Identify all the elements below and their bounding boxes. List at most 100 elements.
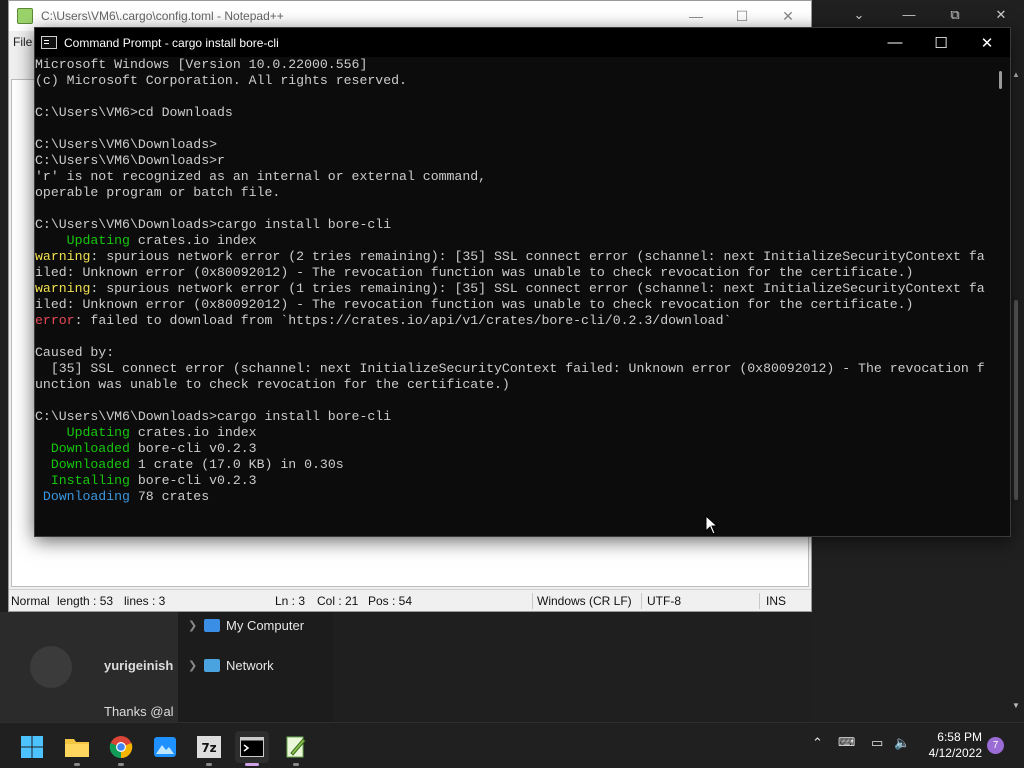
- console-line: error: failed to download from `https://…: [35, 313, 992, 329]
- console-line: C:\Users\VM6\Downloads>cargo install bor…: [35, 217, 992, 233]
- background-scrollbar[interactable]: ▲ ▼: [1012, 70, 1020, 710]
- taskbar-photos[interactable]: [148, 731, 182, 763]
- console-text: operable program or batch file.: [35, 185, 281, 200]
- console-text: Microsoft Windows [Version 10.0.22000.55…: [35, 57, 368, 72]
- console-text: (c) Microsoft Corporation. All rights re…: [35, 73, 407, 88]
- background-chat-pane: yurigeinish Thanks @al: [0, 612, 178, 722]
- cmd-title-bar[interactable]: Command Prompt - cargo install bore-cli …: [35, 28, 1010, 57]
- console-text: Downloaded: [35, 441, 130, 456]
- console-text: iled: Unknown error (0x80092012) - The r…: [35, 297, 914, 312]
- scroll-up-icon[interactable]: ▲: [1012, 70, 1020, 79]
- console-text: Downloading: [35, 489, 130, 504]
- console-text: Downloaded: [35, 457, 130, 472]
- console-text: bore-cli v0.2.3: [129, 441, 257, 456]
- window-title: C:\Users\VM6\.cargo\config.toml - Notepa…: [41, 9, 284, 23]
- window-title: Command Prompt - cargo install bore-cli: [64, 35, 279, 50]
- taskbar-chrome[interactable]: [104, 731, 138, 766]
- notepad-plus-plus-icon: [286, 736, 306, 758]
- console-line: Updating crates.io index: [35, 233, 992, 249]
- console-text: warning: [35, 249, 91, 264]
- console-text: Installing: [35, 473, 130, 488]
- computer-icon: [204, 618, 220, 632]
- taskbar: 7z ⌃ ⌨ ▭ 🔈 6:58 PM 4/12/2022 7: [0, 722, 1024, 768]
- maximize-button[interactable]: ☐: [918, 28, 964, 57]
- console-line: (c) Microsoft Corporation. All rights re…: [35, 73, 992, 89]
- console-text: C:\Users\VM6>cd Downloads: [35, 105, 233, 120]
- console-line: Installing bore-cli v0.2.3: [35, 473, 992, 489]
- console-text: crates.io index: [129, 233, 257, 248]
- console-line: Caused by:: [35, 345, 992, 361]
- console-line: Microsoft Windows [Version 10.0.22000.55…: [35, 57, 992, 73]
- console-text: bore-cli v0.2.3: [129, 473, 257, 488]
- tree-item-my-computer[interactable]: ❯ My Computer: [188, 614, 304, 636]
- console-line: operable program or batch file.: [35, 185, 992, 201]
- close-button[interactable]: ✕: [765, 8, 811, 25]
- console-line: iled: Unknown error (0x80092012) - The r…: [35, 265, 992, 281]
- chevron-up-icon[interactable]: ⌃: [812, 735, 823, 751]
- clock[interactable]: 6:58 PM 4/12/2022: [929, 729, 982, 761]
- chat-message: Thanks @al: [104, 704, 174, 719]
- chevron-right-icon[interactable]: ❯: [188, 659, 198, 672]
- close-button[interactable]: ✕: [964, 28, 1010, 57]
- notification-badge[interactable]: 7: [987, 737, 1004, 754]
- tree-item-label: Network: [226, 657, 274, 673]
- console-text: : failed to download from `https://crate…: [74, 313, 732, 328]
- chevron-right-icon[interactable]: ❯: [188, 619, 198, 632]
- status-eol: Windows (CR LF): [537, 594, 632, 608]
- taskbar-notepad-plus-plus[interactable]: [279, 731, 313, 766]
- console-line: Downloaded bore-cli v0.2.3: [35, 441, 992, 457]
- console-text: crates.io index: [129, 425, 257, 440]
- status-encoding: UTF-8: [647, 594, 681, 608]
- network-icon: [204, 658, 220, 672]
- display-icon[interactable]: ▭: [871, 735, 883, 751]
- scroll-down-icon[interactable]: ▼: [1012, 701, 1020, 710]
- minimize-icon[interactable]: —: [894, 4, 924, 26]
- minimize-button[interactable]: —: [872, 28, 918, 57]
- status-length: length : 53: [57, 594, 114, 608]
- console-line: Updating crates.io index: [35, 425, 992, 441]
- taskbar-command-prompt[interactable]: [235, 731, 269, 766]
- console-line: unction was unable to check revocation f…: [35, 377, 992, 393]
- scrollbar-thumb[interactable]: [1014, 300, 1018, 500]
- command-prompt-window: Command Prompt - cargo install bore-cli …: [34, 27, 1011, 537]
- folder-icon: [65, 739, 89, 757]
- tree-item-network[interactable]: ❯ Network: [188, 654, 274, 676]
- maximize-button[interactable]: ☐: [719, 8, 765, 25]
- avatar[interactable]: [30, 646, 72, 688]
- console-text: : spurious network error (1 tries remain…: [90, 281, 985, 296]
- console-text: Updating: [35, 425, 130, 440]
- console-line: Downloading 78 crates: [35, 489, 992, 505]
- clock-date: 4/12/2022: [928, 746, 982, 760]
- menu-item-file[interactable]: File: [13, 35, 32, 49]
- start-button[interactable]: [15, 731, 49, 763]
- svg-text:7z: 7z: [201, 741, 216, 755]
- 7zip-icon: 7z: [197, 736, 221, 758]
- keyboard-icon[interactable]: ⌨: [838, 735, 855, 749]
- chat-username[interactable]: yurigeinish: [104, 658, 173, 673]
- scrollbar-thumb[interactable]: [999, 71, 1002, 89]
- console-text: C:\Users\VM6\Downloads>: [35, 137, 218, 152]
- status-column: Col : 21: [317, 594, 359, 608]
- status-mode: Normal: [11, 594, 50, 608]
- taskbar-7zip[interactable]: 7z: [192, 731, 226, 766]
- status-lines: lines : 3: [124, 594, 166, 608]
- minimize-button[interactable]: —: [673, 8, 719, 25]
- restore-icon[interactable]: ⧉: [940, 4, 970, 26]
- console-text: C:\Users\VM6\Downloads>cargo install bor…: [35, 217, 392, 232]
- console-text: Caused by:: [35, 345, 115, 360]
- photos-icon: [154, 737, 176, 757]
- console-text: : spurious network error (2 tries remain…: [90, 249, 985, 264]
- console-text: [35] SSL connect error (schannel: next I…: [35, 361, 985, 376]
- console-output[interactable]: Microsoft Windows [Version 10.0.22000.55…: [35, 57, 992, 536]
- console-line: [35] SSL connect error (schannel: next I…: [35, 361, 992, 377]
- chevron-down-icon[interactable]: ⌄: [844, 4, 874, 26]
- console-scrollbar[interactable]: [992, 57, 1010, 536]
- volume-icon[interactable]: 🔈: [894, 735, 910, 751]
- clock-time: 6:58 PM: [937, 730, 982, 744]
- close-icon[interactable]: ✕: [986, 4, 1016, 26]
- taskbar-file-explorer[interactable]: [60, 731, 94, 766]
- console-line: C:\Users\VM6\Downloads>: [35, 137, 992, 153]
- terminal-icon: [240, 737, 264, 757]
